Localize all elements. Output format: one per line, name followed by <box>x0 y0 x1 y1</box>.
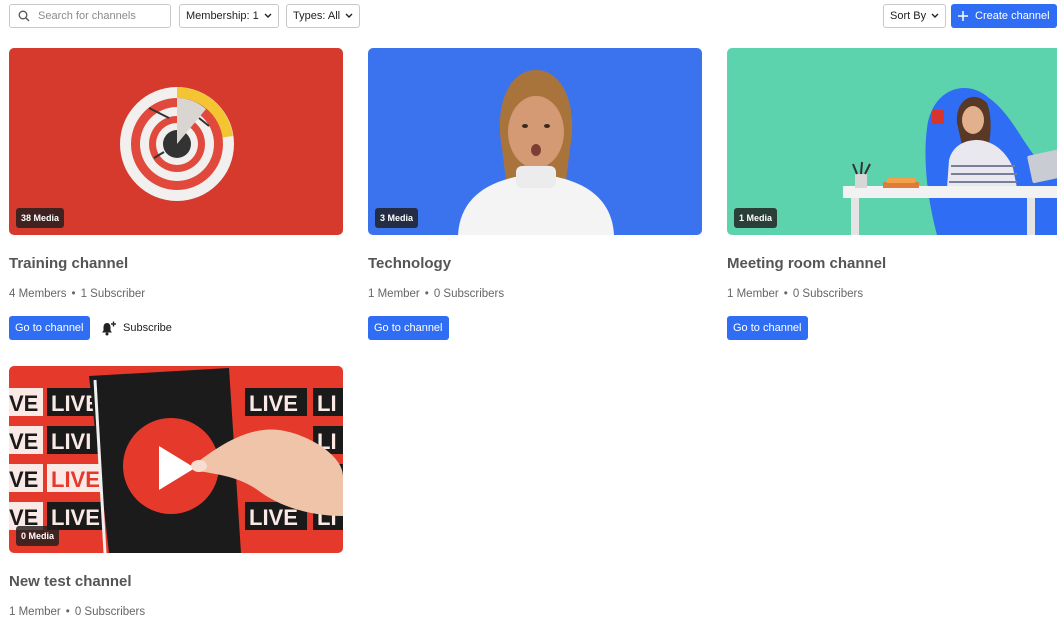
members-count: 4 Members <box>9 288 67 300</box>
svg-text:VE: VE <box>9 429 38 454</box>
channel-title[interactable]: Meeting room channel <box>727 255 886 272</box>
chevron-down-icon <box>345 13 353 19</box>
create-channel-label: Create channel <box>975 10 1050 22</box>
members-count: 1 Member <box>9 606 61 618</box>
channel-title[interactable]: Training channel <box>9 255 128 272</box>
channels-toolbar: Membership: 1 Types: All Sort By Create … <box>0 0 1057 34</box>
subscribe-label: Subscribe <box>123 322 172 334</box>
go-to-channel-button[interactable]: Go to channel <box>368 316 449 340</box>
svg-text:VE: VE <box>9 467 38 492</box>
media-count-badge: 1 Media <box>734 208 778 228</box>
channel-thumbnail[interactable]: 1 Media <box>727 48 1057 235</box>
go-to-channel-label: Go to channel <box>15 322 84 334</box>
channel-thumbnail[interactable]: 38 Media <box>9 48 343 235</box>
separator-dot: • <box>424 288 429 300</box>
media-count-badge: 3 Media <box>375 208 419 228</box>
membership-filter-dropdown[interactable]: Membership: 1 <box>179 4 279 28</box>
bell-plus-icon <box>102 321 116 335</box>
svg-text:LIVE: LIVE <box>249 391 298 416</box>
live-play-phone-image: VE LIVE VE LIVI VE LIVE VE LIVE LIVE LI <box>9 366 343 553</box>
channel-stats: 1 Member • 0 Subscribers <box>9 606 145 618</box>
search-box[interactable] <box>9 4 171 28</box>
separator-dot: • <box>65 606 70 618</box>
channel-card: 38 Media Training channel 4 Members • 1 Su… <box>9 48 343 340</box>
separator-dot: • <box>783 288 788 300</box>
svg-text:LIVE: LIVE <box>249 505 298 530</box>
search-icon <box>18 10 30 22</box>
sort-by-label: Sort By <box>890 10 927 22</box>
channel-thumbnail[interactable]: VE LIVE VE LIVI VE LIVE VE LIVE LIVE LI <box>9 366 343 553</box>
channel-card: 3 Media Technology 1 Member • 0 Subscriber… <box>368 48 702 340</box>
chevron-down-icon <box>264 13 272 19</box>
woman-at-desk-image <box>727 48 1057 235</box>
membership-filter-label: Membership: 1 <box>186 10 259 22</box>
go-to-channel-label: Go to channel <box>733 322 802 334</box>
channel-stats: 1 Member • 0 Subscribers <box>727 288 863 300</box>
sort-by-dropdown[interactable]: Sort By <box>883 4 947 28</box>
svg-text:VE: VE <box>9 391 38 416</box>
target-dartboard-image <box>9 48 343 235</box>
members-count: 1 Member <box>368 288 420 300</box>
channel-thumbnail[interactable]: 3 Media <box>368 48 702 235</box>
go-to-channel-button[interactable]: Go to channel <box>9 316 90 340</box>
channel-card: 1 Media Meeting room channel 1 Member • 0 … <box>727 48 1057 340</box>
chevron-down-icon <box>931 13 939 19</box>
separator-dot: • <box>71 288 76 300</box>
plus-icon <box>958 11 968 21</box>
subscribers-count: 0 Subscribers <box>74 606 146 618</box>
media-count-badge: 38 Media <box>16 208 65 228</box>
types-filter-dropdown[interactable]: Types: All <box>286 4 361 28</box>
subscribers-count: 1 Subscriber <box>80 288 146 300</box>
surprised-woman-image <box>368 48 702 235</box>
types-filter-label: Types: All <box>293 10 341 22</box>
members-count: 1 Member <box>727 288 779 300</box>
go-to-channel-button[interactable]: Go to channel <box>727 316 808 340</box>
svg-text:LIVI: LIVI <box>51 429 91 454</box>
channel-stats: 1 Member • 0 Subscribers <box>368 288 504 300</box>
channel-title[interactable]: Technology <box>368 255 451 272</box>
channel-title[interactable]: New test channel <box>9 573 132 590</box>
channel-card: VE LIVE VE LIVI VE LIVE VE LIVE LIVE LI <box>9 366 343 618</box>
create-channel-button[interactable]: Create channel <box>951 4 1057 28</box>
subscribe-button[interactable]: Subscribe <box>101 316 172 340</box>
subscribers-count: 0 Subscribers <box>433 288 505 300</box>
subscribers-count: 0 Subscribers <box>792 288 864 300</box>
svg-text:LIVE: LIVE <box>51 467 100 492</box>
channel-stats: 4 Members • 1 Subscriber <box>9 288 145 300</box>
search-input[interactable] <box>36 9 170 23</box>
media-count-badge: 0 Media <box>16 526 60 546</box>
go-to-channel-label: Go to channel <box>374 322 443 334</box>
svg-text:LI: LI <box>317 391 337 416</box>
